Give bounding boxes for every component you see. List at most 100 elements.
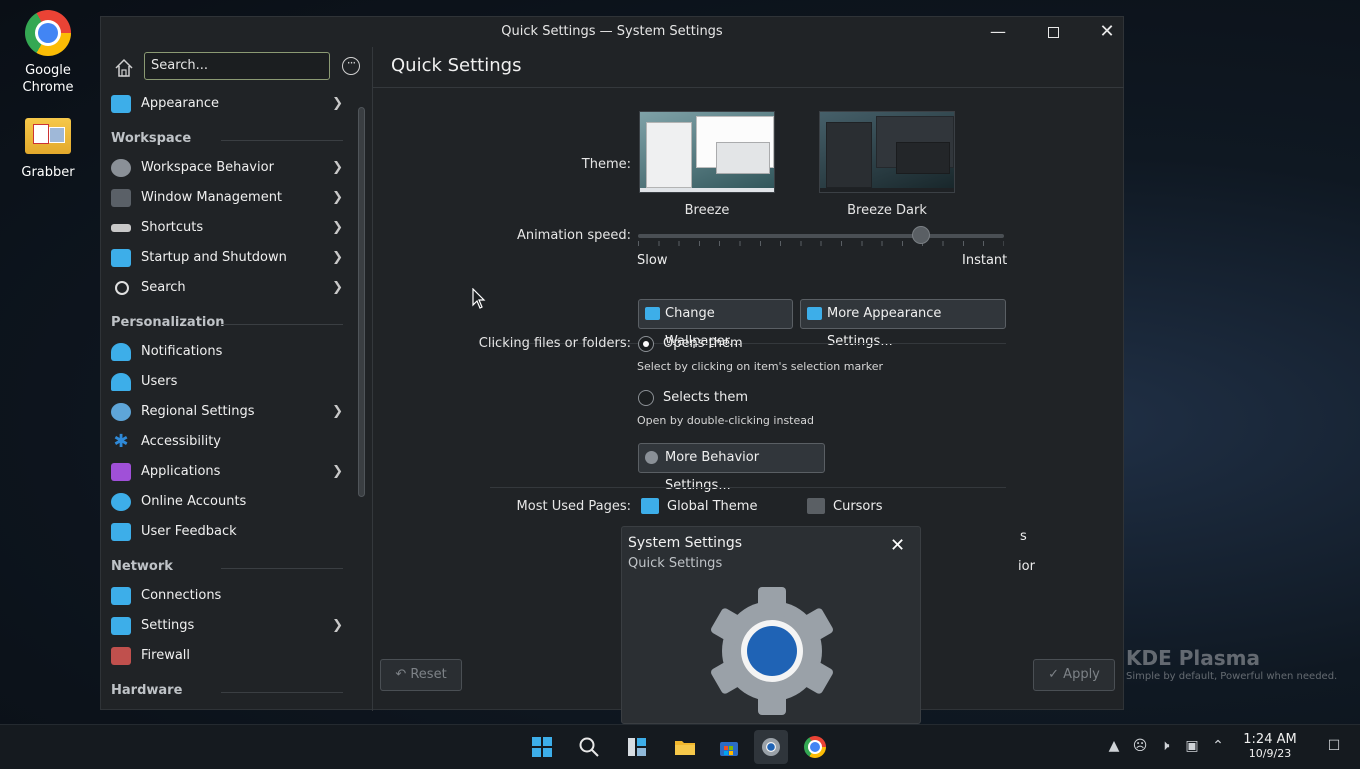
taskbar-clock[interactable]: 1:24 AM 10/9/23: [1236, 732, 1304, 760]
sidebar-item-workspace-behavior[interactable]: Workspace Behavior ❯: [101, 153, 351, 183]
display-icon[interactable]: ▣: [1183, 737, 1201, 755]
applications-icon: [111, 463, 131, 481]
desktop-icon-grabber[interactable]: Grabber: [8, 116, 88, 181]
section-header-personalization: Personalization: [101, 303, 351, 337]
desktop-icon-label: Chrome: [22, 80, 74, 95]
chrome-icon: [25, 10, 71, 56]
section-header-hardware: Hardware: [101, 671, 351, 705]
sidebar-item-label: Window Management: [141, 190, 283, 205]
theme-thumb-breeze-dark[interactable]: [819, 111, 955, 193]
sidebar-item-applications[interactable]: Applications ❯: [101, 457, 351, 487]
radio-label-selects-them[interactable]: Selects them: [663, 390, 748, 405]
sidebar-list: Appearance ❯ Workspace Workspace Behavio…: [101, 89, 351, 705]
sidebar-item-shortcuts[interactable]: Shortcuts ❯: [101, 213, 351, 243]
change-wallpaper-button[interactable]: Change Wallpaper...: [638, 299, 793, 349]
sidebar: Search... ··· Appearance ❯ Workspace Wor…: [101, 47, 373, 711]
close-icon[interactable]: ✕: [890, 535, 905, 556]
window-titlebar[interactable]: Quick Settings — System Settings: [101, 17, 1123, 47]
hamburger-menu-icon[interactable]: ···: [342, 57, 360, 75]
page-title: Quick Settings: [391, 55, 522, 76]
global-theme-icon: [641, 498, 659, 514]
chevron-right-icon: ❯: [332, 464, 343, 479]
most-used-pages-label: Most Used Pages:: [516, 499, 631, 514]
most-used-partial-label[interactable]: ior: [1018, 559, 1035, 574]
animation-speed-slider[interactable]: [638, 234, 1004, 238]
appearance-icon: [111, 95, 131, 113]
store-icon: [720, 742, 738, 756]
kde-plasma-watermark: KDE Plasma Simple by default, Powerful w…: [1126, 646, 1337, 682]
theme-thumb-breeze[interactable]: [639, 111, 775, 193]
divider: [373, 87, 1124, 88]
emoji-face-icon[interactable]: ☹: [1131, 737, 1149, 755]
reset-button[interactable]: ↶ Reset: [380, 659, 462, 691]
search-input[interactable]: Search...: [144, 52, 330, 80]
start-menu-button[interactable]: [525, 730, 559, 764]
home-icon[interactable]: [113, 57, 135, 79]
sidebar-item-connections[interactable]: Connections: [101, 581, 351, 611]
clock-date: 10/9/23: [1248, 747, 1292, 760]
file-manager-button[interactable]: [668, 730, 702, 764]
sidebar-scrollbar[interactable]: [358, 107, 365, 497]
taskbar-search-button[interactable]: [572, 730, 606, 764]
maximize-button[interactable]: [1041, 20, 1065, 44]
chrome-taskbar-button[interactable]: [798, 730, 832, 764]
radio-label-opens-them[interactable]: Opens them: [663, 336, 743, 351]
sidebar-item-online-accounts[interactable]: Online Accounts: [101, 487, 351, 517]
window-title: Quick Settings — System Settings: [501, 24, 723, 39]
more-behavior-settings-button[interactable]: More Behavior Settings...: [638, 443, 825, 493]
chevron-up-icon[interactable]: ⌃: [1209, 737, 1227, 755]
sidebar-item-user-feedback[interactable]: User Feedback: [101, 517, 351, 547]
section-header-workspace: Workspace: [101, 119, 351, 153]
chevron-right-icon: ❯: [332, 250, 343, 265]
slider-handle[interactable]: [912, 226, 930, 244]
section-header-network: Network: [101, 547, 351, 581]
watermark-title: KDE Plasma: [1126, 646, 1260, 670]
chevron-right-icon: ❯: [332, 160, 343, 175]
sidebar-item-startup-and-shutdown[interactable]: Startup and Shutdown ❯: [101, 243, 351, 273]
more-appearance-settings-button[interactable]: More Appearance Settings...: [800, 299, 1006, 349]
sidebar-item-network-settings[interactable]: Settings ❯: [101, 611, 351, 641]
sidebar-item-label: Search: [141, 280, 186, 295]
minimize-icon: —: [990, 22, 1006, 41]
sidebar-item-appearance[interactable]: Appearance ❯: [101, 89, 351, 119]
clicking-files-label: Clicking files or folders:: [478, 336, 631, 351]
close-button[interactable]: ✕: [1095, 20, 1119, 44]
mouse-cursor-icon: [472, 288, 486, 309]
apply-button[interactable]: ✓ Apply: [1033, 659, 1115, 691]
desktop-icon-label: Grabber: [21, 165, 75, 180]
sidebar-item-accessibility[interactable]: ✱ Accessibility: [101, 427, 351, 457]
minimize-button[interactable]: —: [986, 20, 1010, 44]
windows-start-icon: [532, 737, 552, 757]
task-view-button[interactable]: [620, 730, 654, 764]
radio-hint: Select by clicking on item's selection m…: [637, 360, 883, 373]
sidebar-item-search[interactable]: Search ❯: [101, 273, 351, 303]
sidebar-item-firewall[interactable]: Firewall: [101, 641, 351, 671]
sidebar-item-notifications[interactable]: Notifications: [101, 337, 351, 367]
sidebar-item-regional-settings[interactable]: Regional Settings ❯: [101, 397, 351, 427]
network-settings-icon: [111, 617, 131, 635]
chevron-right-icon: ❯: [332, 190, 343, 205]
sidebar-item-label: Accessibility: [141, 434, 221, 449]
desktop-icon-google-chrome[interactable]: Google Chrome: [8, 10, 88, 96]
users-icon: [111, 373, 131, 391]
radio-opens-them[interactable]: [638, 336, 654, 352]
volume-muted-icon[interactable]: 🕨: [1156, 737, 1174, 755]
notifications-icon: [111, 343, 131, 361]
close-icon: ✕: [1099, 21, 1115, 42]
sidebar-item-window-management[interactable]: Window Management ❯: [101, 183, 351, 213]
maximize-icon: [1047, 27, 1059, 38]
most-used-partial-label[interactable]: s: [1020, 529, 1027, 544]
updates-icon[interactable]: ▲: [1105, 737, 1123, 755]
store-button[interactable]: [712, 730, 746, 764]
startup-shutdown-icon: [111, 249, 131, 267]
system-settings-taskbar-button[interactable]: [754, 730, 788, 764]
animation-speed-label: Animation speed:: [516, 228, 631, 243]
radio-selects-them[interactable]: [638, 390, 654, 406]
notifications-icon[interactable]: ☐: [1325, 737, 1343, 755]
sidebar-item-label: Firewall: [141, 648, 191, 663]
notification-popup[interactable]: System Settings Quick Settings ✕: [621, 526, 921, 724]
sidebar-item-users[interactable]: Users: [101, 367, 351, 397]
magnifier-icon: [115, 281, 129, 295]
chevron-right-icon: ❯: [332, 404, 343, 419]
radio-hint: Open by double-clicking instead: [637, 414, 814, 427]
